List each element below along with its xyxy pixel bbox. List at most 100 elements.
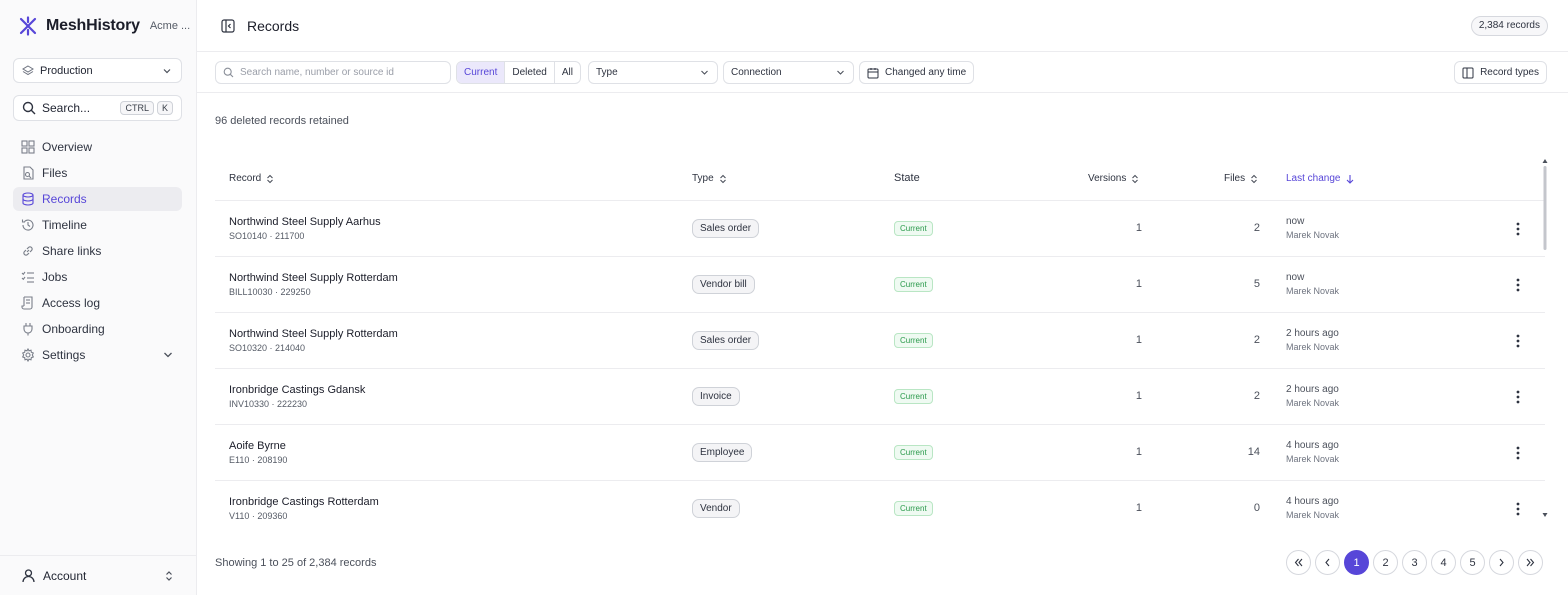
record-search-input[interactable]: Search name, number or source id (215, 61, 451, 84)
plug-icon (23, 323, 33, 336)
page-button-1[interactable]: 1 (1344, 550, 1369, 575)
sidebar-item-jobs[interactable]: Jobs (13, 265, 182, 289)
record-count-badge: 2,384 records (1470, 16, 1548, 36)
list-checks-icon (21, 271, 34, 283)
sidebar-item-label: Records (42, 192, 87, 206)
file-search-icon (23, 166, 34, 180)
sidebar-item-label: Onboarding (42, 322, 105, 336)
sidebar-item-label: Share links (42, 244, 102, 258)
sidebar-toggle-icon[interactable] (221, 19, 235, 33)
sort-icon (1132, 174, 1139, 183)
column-last-change[interactable]: Last change (1286, 173, 1355, 184)
sidebar-item-timeline[interactable]: Timeline (13, 213, 182, 237)
versions-value: 1 (1135, 502, 1142, 514)
versions-value: 1 (1135, 222, 1142, 234)
next-page-button[interactable] (1489, 550, 1514, 575)
sidebar-item-access-log[interactable]: Access log (13, 291, 182, 315)
row-menu-icon[interactable] (1515, 445, 1521, 461)
row-menu-icon[interactable] (1515, 501, 1521, 517)
search-icon (22, 101, 36, 115)
row-menu-icon[interactable] (1515, 277, 1521, 293)
last-change-cell: 2 hours ago Marek Novak (1286, 384, 1339, 408)
connection-filter-label: Connection (731, 67, 782, 78)
arrow-down-icon (1346, 174, 1353, 184)
segment-deleted[interactable]: Deleted (505, 62, 555, 83)
page-button-4[interactable]: 4 (1431, 550, 1456, 575)
record-name[interactable]: Aoife Byrne (229, 440, 287, 452)
column-label: Versions (1088, 173, 1127, 184)
last-change-user: Marek Novak (1286, 454, 1340, 464)
record-id: V110 · 209360 (229, 511, 288, 521)
column-record[interactable]: Record (229, 173, 275, 184)
segment-current[interactable]: Current (457, 62, 506, 83)
global-search[interactable]: Search... CTRL K (13, 95, 182, 121)
column-files[interactable]: Files (1224, 173, 1259, 184)
state-badge: Current (894, 221, 933, 236)
sidebar-item-records[interactable]: Records (13, 187, 182, 211)
record-name[interactable]: Ironbridge Castings Gdansk (229, 384, 365, 396)
brand-name: MeshHistory (46, 17, 140, 34)
last-change-cell: 2 hours ago Marek Novak (1286, 328, 1339, 352)
page-button-5[interactable]: 5 (1460, 550, 1485, 575)
table-row[interactable]: Northwind Steel Supply Aarhus SO10140 · … (215, 201, 1545, 257)
row-menu-icon[interactable] (1515, 221, 1521, 237)
column-type[interactable]: Type (692, 173, 728, 184)
last-change-time: now (1286, 216, 1305, 227)
kbd-ctrl: CTRL (120, 101, 154, 115)
last-change-user: Marek Novak (1286, 286, 1340, 296)
record-name[interactable]: Northwind Steel Supply Rotterdam (229, 328, 398, 340)
brand[interactable]: MeshHistory Acme ... (18, 16, 190, 36)
last-page-button[interactable] (1518, 550, 1543, 575)
state-badge: Current (894, 501, 933, 516)
page-button-2[interactable]: 2 (1373, 550, 1398, 575)
page-button-3[interactable]: 3 (1402, 550, 1427, 575)
record-name[interactable]: Northwind Steel Supply Rotterdam (229, 272, 398, 284)
org-name[interactable]: Acme ... (150, 20, 190, 32)
link-icon (23, 246, 33, 256)
first-page-button[interactable] (1286, 550, 1311, 575)
chevrons-left-icon (1294, 558, 1303, 567)
table-row[interactable]: Aoife Byrne E110 · 208190 Employee Curre… (215, 425, 1545, 481)
sidebar-item-overview[interactable]: Overview (13, 135, 182, 159)
prev-page-button[interactable] (1315, 550, 1340, 575)
row-menu-icon[interactable] (1515, 333, 1521, 349)
account-menu[interactable]: Account (0, 555, 196, 595)
columns-icon (1462, 67, 1474, 78)
column-label: State (894, 172, 920, 184)
environment-select[interactable]: Production (13, 58, 182, 83)
column-versions[interactable]: Versions (1088, 173, 1140, 184)
grid-icon (21, 140, 35, 154)
type-filter-dropdown[interactable]: Type (588, 61, 718, 84)
date-filter-button[interactable]: Changed any time (859, 61, 975, 84)
sidebar: MeshHistory Acme ... Production Search..… (0, 0, 197, 595)
connection-filter-dropdown[interactable]: Connection (723, 61, 854, 84)
sidebar-item-share-links[interactable]: Share links (13, 239, 182, 263)
table-row[interactable]: Northwind Steel Supply Rotterdam BILL100… (215, 257, 1545, 313)
search-label: Search... (42, 101, 91, 115)
shortcut-hint: CTRL K (120, 101, 173, 115)
last-change-user: Marek Novak (1286, 230, 1340, 240)
record-cell: Northwind Steel Supply Rotterdam BILL100… (229, 272, 398, 297)
type-badge: Sales order (692, 331, 760, 350)
table-scrollbar[interactable] (1541, 158, 1549, 518)
type-badge: Sales order (692, 219, 760, 238)
record-name[interactable]: Northwind Steel Supply Aarhus (229, 216, 381, 228)
record-types-button[interactable]: Record types (1454, 61, 1547, 84)
environment-label: Production (40, 64, 93, 77)
sidebar-item-files[interactable]: Files (13, 161, 182, 185)
row-menu-icon[interactable] (1515, 389, 1521, 405)
page-header: Records 2,384 records (197, 0, 1568, 52)
last-change-user: Marek Novak (1286, 510, 1340, 520)
sort-icon (267, 174, 274, 183)
sidebar-item-onboarding[interactable]: Onboarding (13, 317, 182, 341)
chevron-down-icon (837, 70, 844, 75)
record-name[interactable]: Ironbridge Castings Rotterdam (229, 496, 379, 508)
table-row[interactable]: Ironbridge Castings Rotterdam V110 · 209… (215, 481, 1545, 536)
versions-value: 1 (1135, 334, 1142, 346)
table-row[interactable]: Ironbridge Castings Gdansk INV10330 · 22… (215, 369, 1545, 425)
search-icon (223, 67, 234, 78)
sidebar-item-settings[interactable]: Settings (13, 343, 182, 367)
segment-all[interactable]: All (555, 62, 580, 83)
table-row[interactable]: Northwind Steel Supply Rotterdam SO10320… (215, 313, 1545, 369)
chevron-down-icon (701, 70, 708, 75)
